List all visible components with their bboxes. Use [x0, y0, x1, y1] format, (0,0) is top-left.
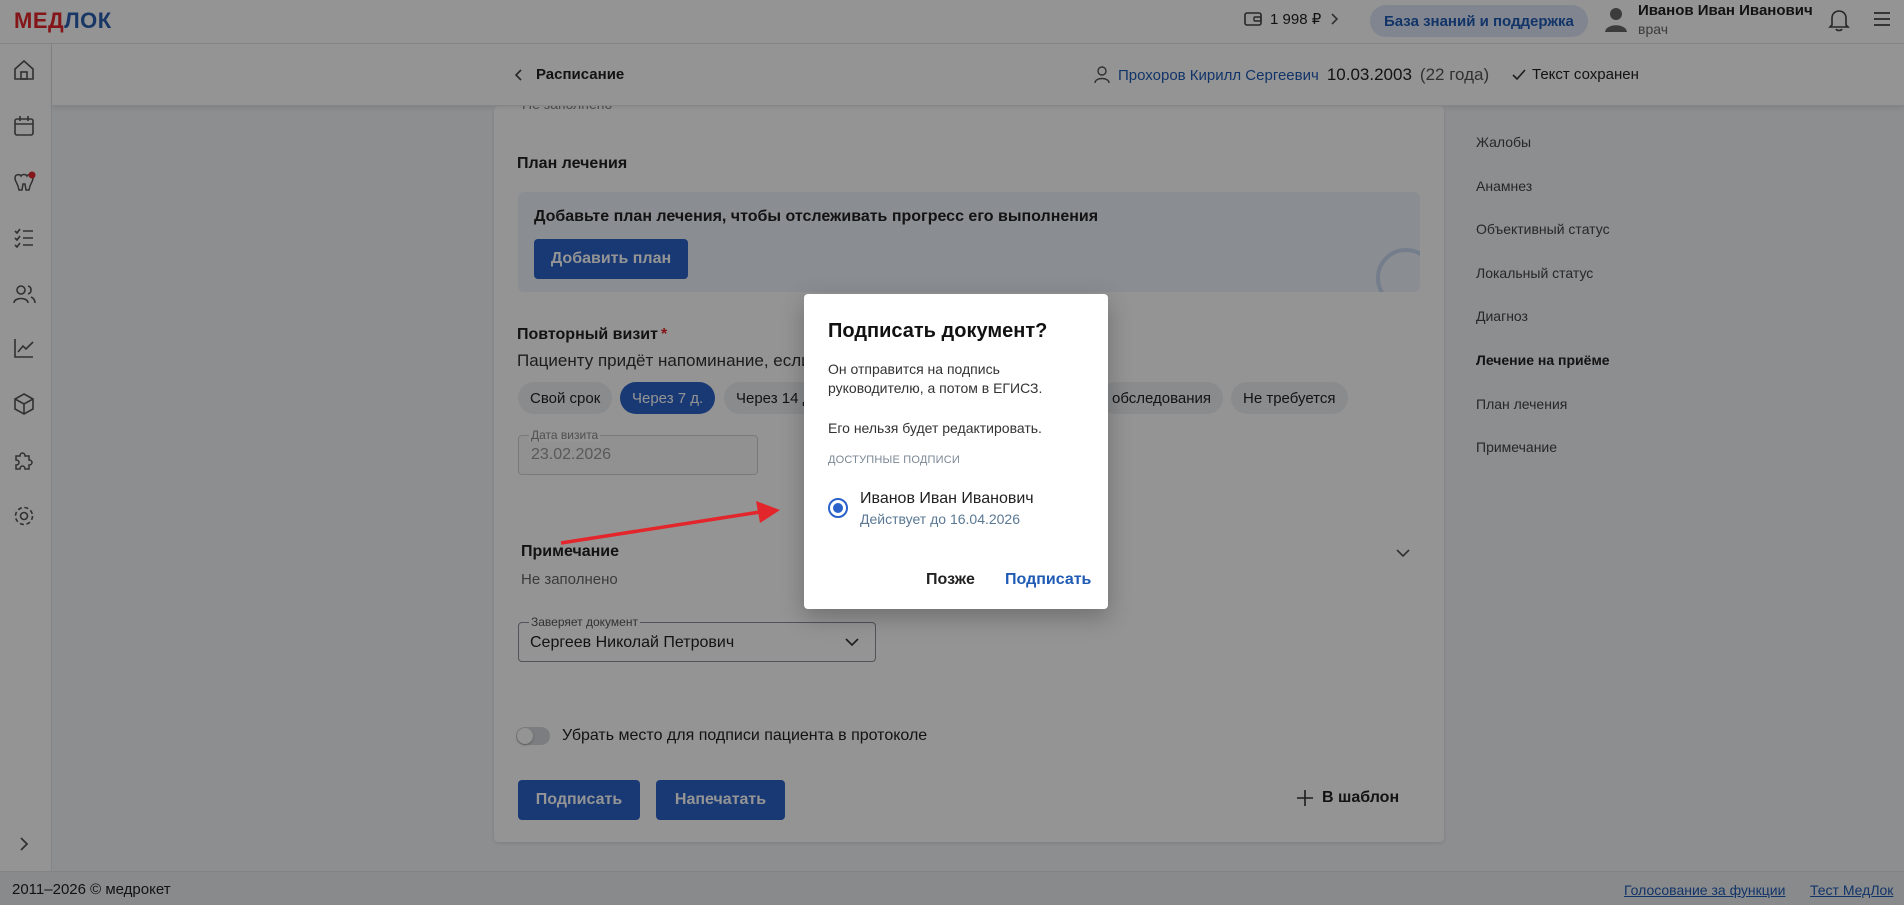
signature-radio[interactable] — [828, 498, 848, 518]
sign-document-dialog: Подписать документ? Он отправится на под… — [804, 294, 1108, 609]
dialog-title: Подписать документ? — [828, 320, 1048, 342]
dialog-warning: Его нельзя будет редактировать. — [828, 420, 1042, 436]
signatures-caption: ДОСТУПНЫЕ ПОДПИСИ — [828, 454, 961, 466]
signer-validity: Действует до 16.04.2026 — [860, 511, 1021, 527]
later-button[interactable]: Позже — [926, 571, 975, 589]
dialog-description: Он отправится на подпись руководителю, а… — [828, 361, 1043, 396]
signer-name[interactable]: Иванов Иван Иванович — [860, 490, 1034, 508]
confirm-sign-button[interactable]: Подписать — [1005, 571, 1091, 589]
